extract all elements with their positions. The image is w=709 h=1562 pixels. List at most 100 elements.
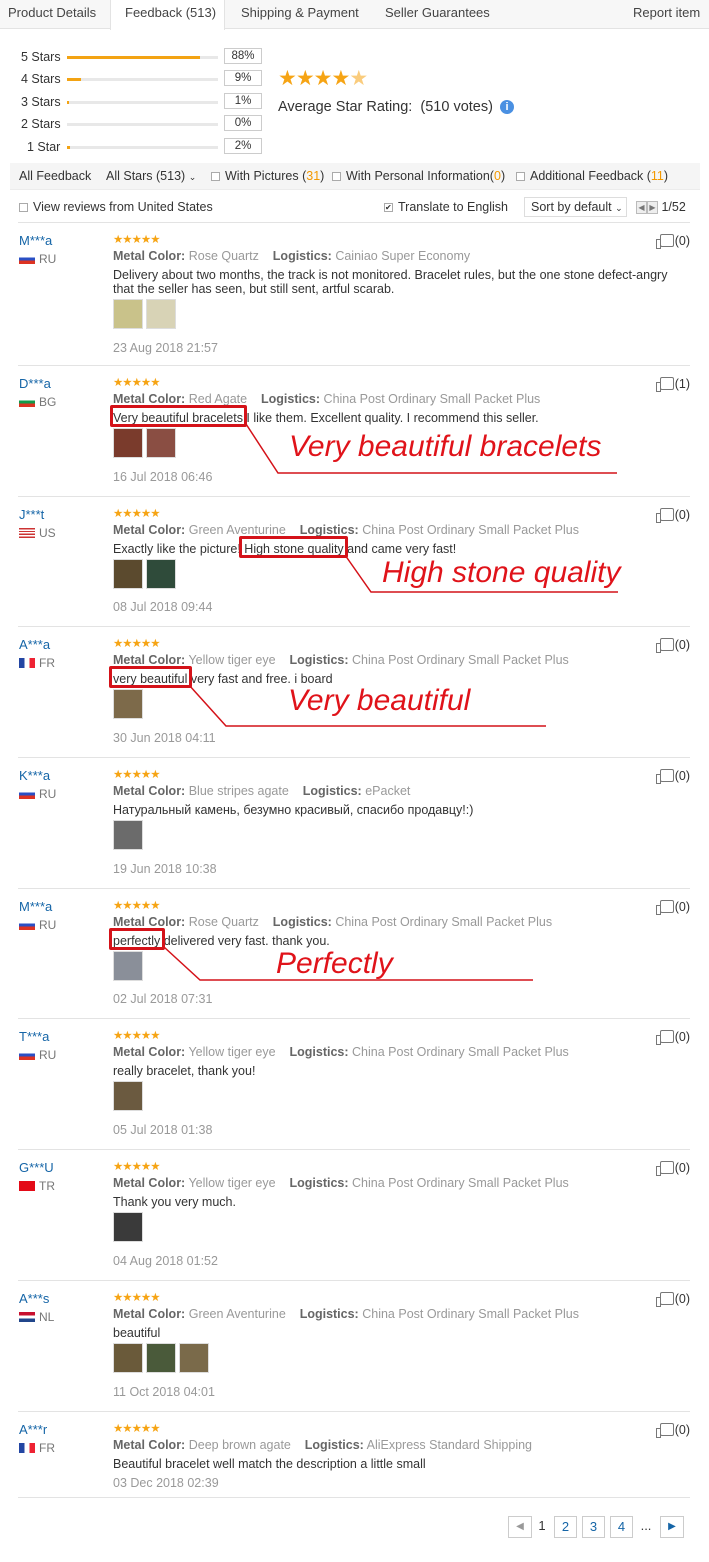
rating-row[interactable]: 2 Stars 0% (0, 115, 270, 133)
next-page-button[interactable]: ▶ (660, 1516, 684, 1538)
rating-row[interactable]: 3 Stars 1% (0, 93, 270, 111)
sort-dropdown[interactable]: Sort by default ⌄ (524, 197, 627, 217)
reviewer-name[interactable]: A***a (19, 637, 50, 652)
review-date: 05 Jul 2018 01:38 (113, 1123, 213, 1137)
rating-percent: 2% (224, 138, 262, 154)
rating-label: 4 Stars (21, 72, 61, 86)
reviewer-name[interactable]: G***U (19, 1160, 54, 1175)
review-photos (113, 1212, 146, 1242)
reviewer-country: RU (19, 918, 56, 932)
helpful-button[interactable]: (0) (655, 638, 690, 653)
review-photo[interactable] (146, 559, 176, 589)
thumbs-up-icon (655, 900, 674, 915)
rating-row[interactable]: 5 Stars 88% (0, 48, 270, 66)
reviewer-country: RU (19, 1048, 56, 1062)
translate-option[interactable]: Translate to English (384, 200, 508, 214)
checkbox-icon[interactable] (211, 172, 220, 181)
filter-with-pictures[interactable]: With Pictures (31) (211, 169, 324, 183)
filter-additional-feedback[interactable]: Additional Feedback (11) (516, 169, 668, 183)
average-label: Average Star Rating: (278, 99, 413, 115)
reviewer-name[interactable]: M***a (19, 233, 52, 248)
prev-page-button[interactable]: ◀ (508, 1516, 532, 1538)
review-star-icons: ★★★★★ (113, 508, 161, 520)
reviewer-country: RU (19, 787, 56, 801)
review-photo[interactable] (113, 428, 143, 458)
next-page-icon[interactable]: ▶ (647, 201, 658, 215)
chevron-down-icon: ⌄ (615, 203, 623, 213)
tab-seller-guarantees[interactable]: Seller Guarantees (385, 0, 490, 29)
review-date: 30 Jun 2018 04:11 (113, 731, 216, 745)
review-photo[interactable] (113, 951, 143, 981)
highlight-box (109, 666, 192, 688)
review-photo[interactable] (146, 299, 176, 329)
filter-all-feedback[interactable]: All Feedback (19, 169, 91, 183)
checkbox-icon[interactable] (516, 172, 525, 181)
reviewer-name[interactable]: M***a (19, 899, 52, 914)
review-photo[interactable] (113, 1081, 143, 1111)
review-photo[interactable] (113, 820, 143, 850)
reviewer-name[interactable]: T***a (19, 1029, 49, 1044)
metal-color-label: Metal Color: (113, 1045, 186, 1059)
reviewer-name[interactable]: J***t (19, 507, 44, 522)
checkbox-icon[interactable] (332, 172, 341, 181)
callout-very-beautiful: Very beautiful (288, 684, 471, 717)
helpful-button[interactable]: (0) (655, 1292, 690, 1307)
review-photo[interactable] (146, 428, 176, 458)
review-photos (113, 820, 146, 850)
helpful-button[interactable]: (1) (655, 377, 690, 392)
page-link[interactable]: 3 (582, 1516, 605, 1538)
report-item-link[interactable]: Report item (633, 0, 700, 29)
votes-count: (510 votes) (420, 99, 493, 115)
review-photo[interactable] (113, 1212, 143, 1242)
rating-bar (67, 56, 218, 59)
review-photo[interactable] (146, 1343, 176, 1373)
helpful-button[interactable]: (0) (655, 1161, 690, 1176)
review-text: really bracelet, thank you! (113, 1064, 256, 1078)
reviewer-name[interactable]: K***a (19, 768, 50, 783)
rating-bar (67, 123, 218, 126)
helpful-count: (0) (674, 1423, 690, 1437)
rating-row[interactable]: 4 Stars 9% (0, 70, 270, 88)
review-meta: Metal Color: Yellow tiger eye Logistics:… (113, 1045, 569, 1059)
thumbs-up-icon (655, 508, 674, 523)
rating-bar (67, 146, 218, 149)
filter-with-personal-info[interactable]: With Personal Information(0) (332, 169, 505, 183)
helpful-button[interactable]: (0) (655, 508, 690, 523)
filter-all-stars-dropdown[interactable]: All Stars (513) ⌄ (106, 169, 196, 183)
flag-icon (19, 528, 35, 538)
helpful-button[interactable]: (0) (655, 234, 690, 249)
reviewer-country: NL (19, 1310, 54, 1324)
reviewer-name[interactable]: A***r (19, 1422, 47, 1437)
review-photo[interactable] (113, 559, 143, 589)
thumbs-up-icon (655, 234, 674, 249)
review-photo[interactable] (179, 1343, 209, 1373)
rating-percent: 9% (224, 70, 262, 86)
helpful-button[interactable]: (0) (655, 1423, 690, 1438)
info-icon[interactable]: i (499, 100, 514, 114)
tab-shipping-payment[interactable]: Shipping & Payment (241, 0, 359, 29)
logistics-value: Cainiao Super Economy (335, 249, 471, 263)
page-link[interactable]: 4 (610, 1516, 633, 1538)
rating-row[interactable]: 1 Star 2% (0, 138, 270, 156)
page-link[interactable]: 2 (554, 1516, 577, 1538)
review-photo[interactable] (113, 299, 143, 329)
helpful-button[interactable]: (0) (655, 900, 690, 915)
thumbs-up-icon (655, 377, 674, 392)
tab-bar: Product Details Feedback (513) Shipping … (0, 0, 709, 30)
helpful-button[interactable]: (0) (655, 769, 690, 784)
reviewer-name[interactable]: A***s (19, 1291, 49, 1306)
tab-product-details[interactable]: Product Details (8, 0, 96, 29)
prev-page-icon[interactable]: ◀ (636, 201, 647, 215)
highlight-box (109, 928, 165, 950)
country-code: RU (39, 252, 57, 266)
callout-perfectly: Perfectly (276, 947, 393, 980)
reviewer-name[interactable]: D***a (19, 376, 51, 391)
review-photo[interactable] (113, 1343, 143, 1373)
view-us-option[interactable]: View reviews from United States (19, 200, 213, 214)
checkbox-checked-icon[interactable] (384, 203, 393, 212)
tab-feedback[interactable]: Feedback (513) (110, 0, 225, 30)
review-photo[interactable] (113, 689, 143, 719)
checkbox-icon[interactable] (19, 203, 28, 212)
logistics-value: China Post Ordinary Small Packet Plus (362, 523, 579, 537)
helpful-button[interactable]: (0) (655, 1030, 690, 1045)
